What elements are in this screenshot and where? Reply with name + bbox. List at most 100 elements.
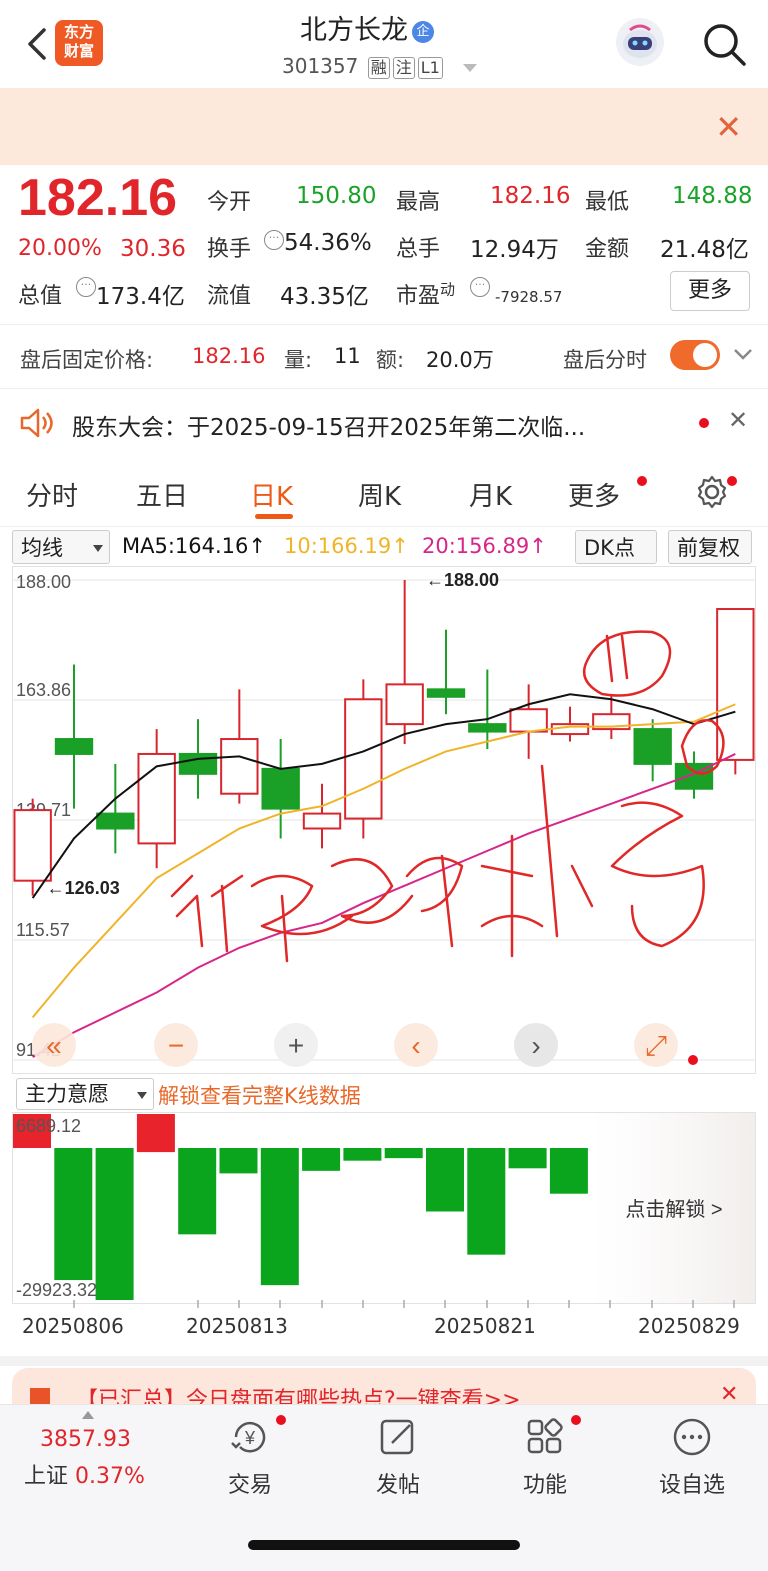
hot-topics-banner[interactable]: 【已汇总】今日盘面有哪些热点?一键查看>> ✕ xyxy=(12,1368,756,1408)
nav-functions[interactable]: 功能 xyxy=(485,1415,605,1499)
volume-label: 总手 xyxy=(396,237,441,262)
nav-label: 设自选 xyxy=(658,1473,725,1498)
force-bar xyxy=(384,1147,423,1159)
stock-code-row[interactable]: 301357 融注 L1 xyxy=(282,54,478,79)
close-icon[interactable]: ✕ xyxy=(728,406,748,434)
after-hours-toggle[interactable] xyxy=(670,340,720,370)
chevron-right-icon[interactable]: › xyxy=(514,1023,558,1067)
max-annotation: ←188.00 xyxy=(426,570,499,590)
min-annotation: ←126.03 xyxy=(47,878,120,898)
notice-text: 股东大会：于2025-09-15召开2025年第二次临... xyxy=(72,415,586,441)
amount-value: 21.48亿 xyxy=(660,237,749,263)
tab-daily-k[interactable]: 日K xyxy=(250,476,293,513)
date-label: 20250821 xyxy=(434,1314,536,1338)
trade-icon: ¥ xyxy=(231,1421,266,1453)
force-bar xyxy=(302,1147,341,1171)
sub-indicator-select[interactable]: 主力意愿 xyxy=(16,1078,154,1110)
after-hours-vol-label: 量: xyxy=(284,348,313,372)
date-label: 20250829 xyxy=(638,1314,740,1338)
kline-chart[interactable]: 188.00163.86139.71115.5791.42←188.00←126… xyxy=(12,566,756,1074)
top-bar: 东方 财富 北方长龙企 301357 融注 L1 xyxy=(0,0,768,88)
info-icon[interactable]: ··· xyxy=(470,277,490,297)
zoom-out-icon[interactable]: − xyxy=(154,1023,198,1067)
after-hours-vol: 11 xyxy=(334,344,361,368)
force-bar xyxy=(95,1147,134,1300)
close-icon[interactable]: ✕ xyxy=(715,108,742,146)
high-value: 182.16 xyxy=(490,183,571,209)
open-label: 今开 xyxy=(207,190,252,215)
fullscreen-icon[interactable]: ⤢ xyxy=(634,1023,678,1067)
mcap-value: 173.4亿 xyxy=(96,284,185,310)
candle-body xyxy=(509,708,548,733)
search-icon[interactable] xyxy=(700,20,748,68)
nav-label: 交易 xyxy=(227,1473,272,1498)
tag-level: L1 xyxy=(417,57,443,79)
tag-registered: 注 xyxy=(392,57,415,79)
more-button[interactable]: 更多 xyxy=(670,271,750,311)
dk-point-button[interactable]: DK点 xyxy=(575,530,657,564)
low-label: 最低 xyxy=(585,190,630,215)
speaker-icon xyxy=(20,408,53,438)
zoom-in-icon[interactable]: + xyxy=(274,1023,318,1067)
candle-body xyxy=(468,723,507,733)
info-icon[interactable]: ··· xyxy=(76,277,96,297)
index-ticker[interactable]: 3857.93 上证 0.37% xyxy=(24,1411,174,1490)
divider xyxy=(0,324,768,325)
tab-weekly-k[interactable]: 周K xyxy=(358,476,401,513)
force-bar xyxy=(219,1147,258,1174)
indicator-select[interactable]: 均线 xyxy=(12,530,110,564)
unlock-button[interactable]: 点击解锁 > xyxy=(625,1198,722,1221)
chevron-left-icon[interactable]: ‹ xyxy=(394,1023,438,1067)
candle-body xyxy=(178,752,218,775)
change-pct: 20.00% xyxy=(18,236,102,261)
force-bar xyxy=(467,1147,506,1255)
back-icon[interactable] xyxy=(18,24,58,64)
after-hours-chart-label: 盘后分时 xyxy=(563,348,647,372)
after-hours-amt: 20.0万 xyxy=(426,348,494,372)
assistant-robot-icon[interactable] xyxy=(616,18,664,66)
force-bar xyxy=(260,1147,299,1286)
tab-monthly-k[interactable]: 月K xyxy=(469,476,512,513)
pe-label: 市盈动 xyxy=(396,280,456,309)
sub-top-label: 6689.12 xyxy=(16,1116,81,1136)
stock-title: 北方长龙企 xyxy=(300,8,434,47)
info-icon[interactable]: ··· xyxy=(264,230,284,250)
candle-body xyxy=(220,738,259,795)
force-bar xyxy=(508,1147,547,1169)
control-button-glyph: › xyxy=(531,1030,540,1061)
ma5-value: MA5:164.16↑ xyxy=(122,534,266,558)
tab-more[interactable]: 更多 xyxy=(568,476,620,513)
nav-post[interactable]: 发帖 xyxy=(338,1415,458,1499)
float-label: 流值 xyxy=(207,284,252,309)
force-bar xyxy=(136,1114,175,1153)
double-chevron-left-icon[interactable]: « xyxy=(32,1023,76,1067)
candle-body xyxy=(54,738,94,755)
promo-banner[interactable]: ✕ xyxy=(0,88,768,165)
control-button-glyph: − xyxy=(168,1030,184,1061)
edit-icon xyxy=(380,1419,414,1455)
force-bar xyxy=(426,1147,464,1212)
gear-icon[interactable] xyxy=(694,474,730,510)
chevron-down-icon[interactable] xyxy=(732,346,754,362)
tab-intraday[interactable]: 分时 xyxy=(26,476,78,513)
candle-body xyxy=(13,809,52,882)
main-force-chart[interactable]: 6689.12 -29923.32 点击解锁 > xyxy=(12,1112,756,1304)
nav-add-watchlist[interactable]: 设自选 xyxy=(632,1415,752,1499)
unread-dot xyxy=(688,1055,698,1065)
current-price: 182.16 xyxy=(18,169,178,227)
notice-bar[interactable]: 股东大会：于2025-09-15召开2025年第二次临... ✕ xyxy=(0,390,768,456)
date-axis-ticks xyxy=(73,1300,735,1308)
nav-trade[interactable]: ¥ 交易 xyxy=(190,1415,310,1499)
tab-5day[interactable]: 五日 xyxy=(136,476,188,513)
candle-body xyxy=(96,812,135,830)
caret-down-icon xyxy=(93,545,103,552)
index-name: 上证 xyxy=(24,1464,69,1489)
open-value: 150.80 xyxy=(296,183,377,209)
ma10-value: 10:166.19↑ xyxy=(284,534,409,558)
nav-label: 发帖 xyxy=(375,1473,420,1498)
adjust-button[interactable]: 前复权 xyxy=(668,530,752,564)
date-axis: 20250806 20250813 20250821 20250829 xyxy=(12,1300,756,1350)
enterprise-badge: 企 xyxy=(412,20,434,43)
unlock-hint-link[interactable]: 解锁查看完整K线数据 xyxy=(158,1080,361,1110)
amount-label: 金额 xyxy=(585,237,630,262)
